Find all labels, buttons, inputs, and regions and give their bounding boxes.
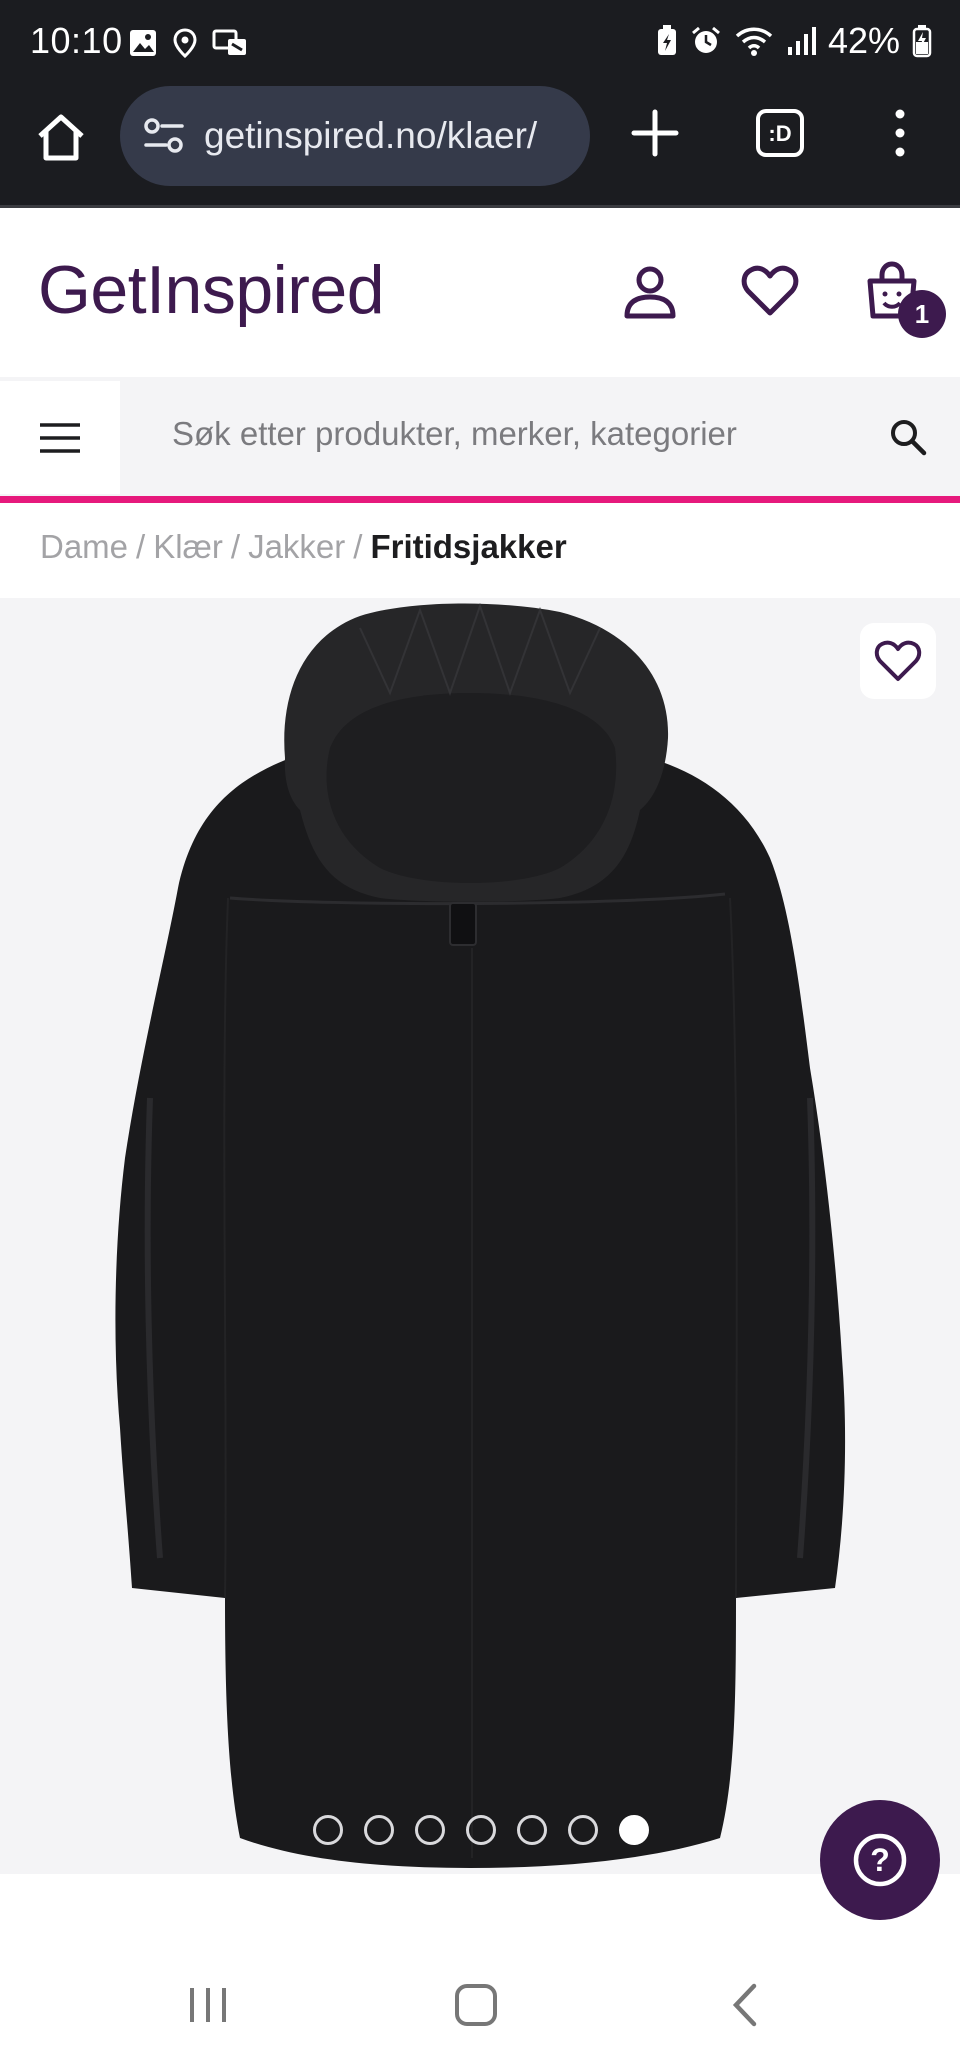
site-header: GetInspired	[0, 211, 960, 377]
address-bar[interactable]: getinspired.no/klaer/	[120, 86, 590, 186]
image-icon	[130, 30, 156, 56]
svg-text::D: :D	[768, 121, 791, 146]
gallery-dot[interactable]	[517, 1815, 547, 1845]
product-wishlist-button[interactable]	[860, 623, 936, 699]
battery-icon	[912, 25, 932, 58]
search-input[interactable]: Søk etter produkter, merker, kategorier	[172, 415, 737, 453]
signal-icon	[787, 27, 816, 55]
status-left-icons	[128, 28, 248, 58]
gallery-dot-active[interactable]	[619, 1815, 649, 1845]
cart-count-badge: 1	[898, 290, 946, 338]
back-nav-icon[interactable]	[716, 1980, 776, 2030]
browser-toolbar: getinspired.no/klaer/ :D	[0, 86, 960, 208]
breadcrumb: Dame / Klær / Jakker / Fritidsjakker	[40, 528, 567, 565]
menu-button[interactable]	[0, 381, 120, 494]
recent-apps-icon[interactable]	[178, 1980, 238, 2030]
help-question-icon: ?	[853, 1833, 907, 1887]
status-bar: 10:10 42%	[0, 0, 960, 86]
cast-icon	[212, 29, 246, 55]
site-settings-icon[interactable]	[142, 116, 186, 156]
wishlist-heart-icon[interactable]	[740, 261, 800, 321]
breadcrumb-item-dame[interactable]: Dame	[40, 528, 128, 565]
gallery-dot[interactable]	[466, 1815, 496, 1845]
gallery-pagination	[313, 1815, 649, 1845]
gallery-dot[interactable]	[364, 1815, 394, 1845]
wifi-icon	[735, 27, 773, 56]
home-icon[interactable]	[34, 110, 88, 164]
alarm-icon	[691, 26, 720, 53]
url-text: getinspired.no/klaer/	[204, 115, 538, 156]
search-bar: Søk etter produkter, merker, kategorier	[0, 377, 960, 496]
search-icon[interactable]	[888, 417, 928, 457]
accent-divider	[0, 496, 960, 503]
location-icon	[173, 28, 197, 58]
site-logo[interactable]: GetInspired	[38, 251, 385, 329]
product-image-jacket	[115, 602, 846, 1868]
breadcrumb-item-klaer[interactable]: Klær	[153, 528, 223, 565]
status-right: 42%	[656, 20, 932, 62]
account-icon[interactable]	[620, 261, 680, 321]
battery-saver-icon	[657, 25, 676, 55]
home-nav-icon[interactable]	[446, 1980, 506, 2030]
breadcrumb-current: Fritidsjakker	[370, 528, 567, 565]
status-time: 10:10	[30, 20, 123, 61]
gallery-dot[interactable]	[568, 1815, 598, 1845]
more-options-icon[interactable]	[885, 108, 915, 158]
system-navigation-bar	[0, 1950, 960, 2059]
hamburger-menu-icon	[40, 422, 80, 453]
heart-icon	[874, 640, 922, 681]
svg-text:?: ?	[870, 1842, 890, 1878]
tab-switcher-icon[interactable]: :D	[755, 108, 805, 158]
gallery-dot[interactable]	[313, 1815, 343, 1845]
battery-percent: 42%	[827, 20, 900, 61]
gallery-dot[interactable]	[415, 1815, 445, 1845]
breadcrumb-item-jakker[interactable]: Jakker	[248, 528, 345, 565]
new-tab-icon[interactable]	[630, 108, 680, 158]
help-button[interactable]: ?	[820, 1800, 940, 1920]
product-image-gallery[interactable]	[0, 598, 960, 1874]
